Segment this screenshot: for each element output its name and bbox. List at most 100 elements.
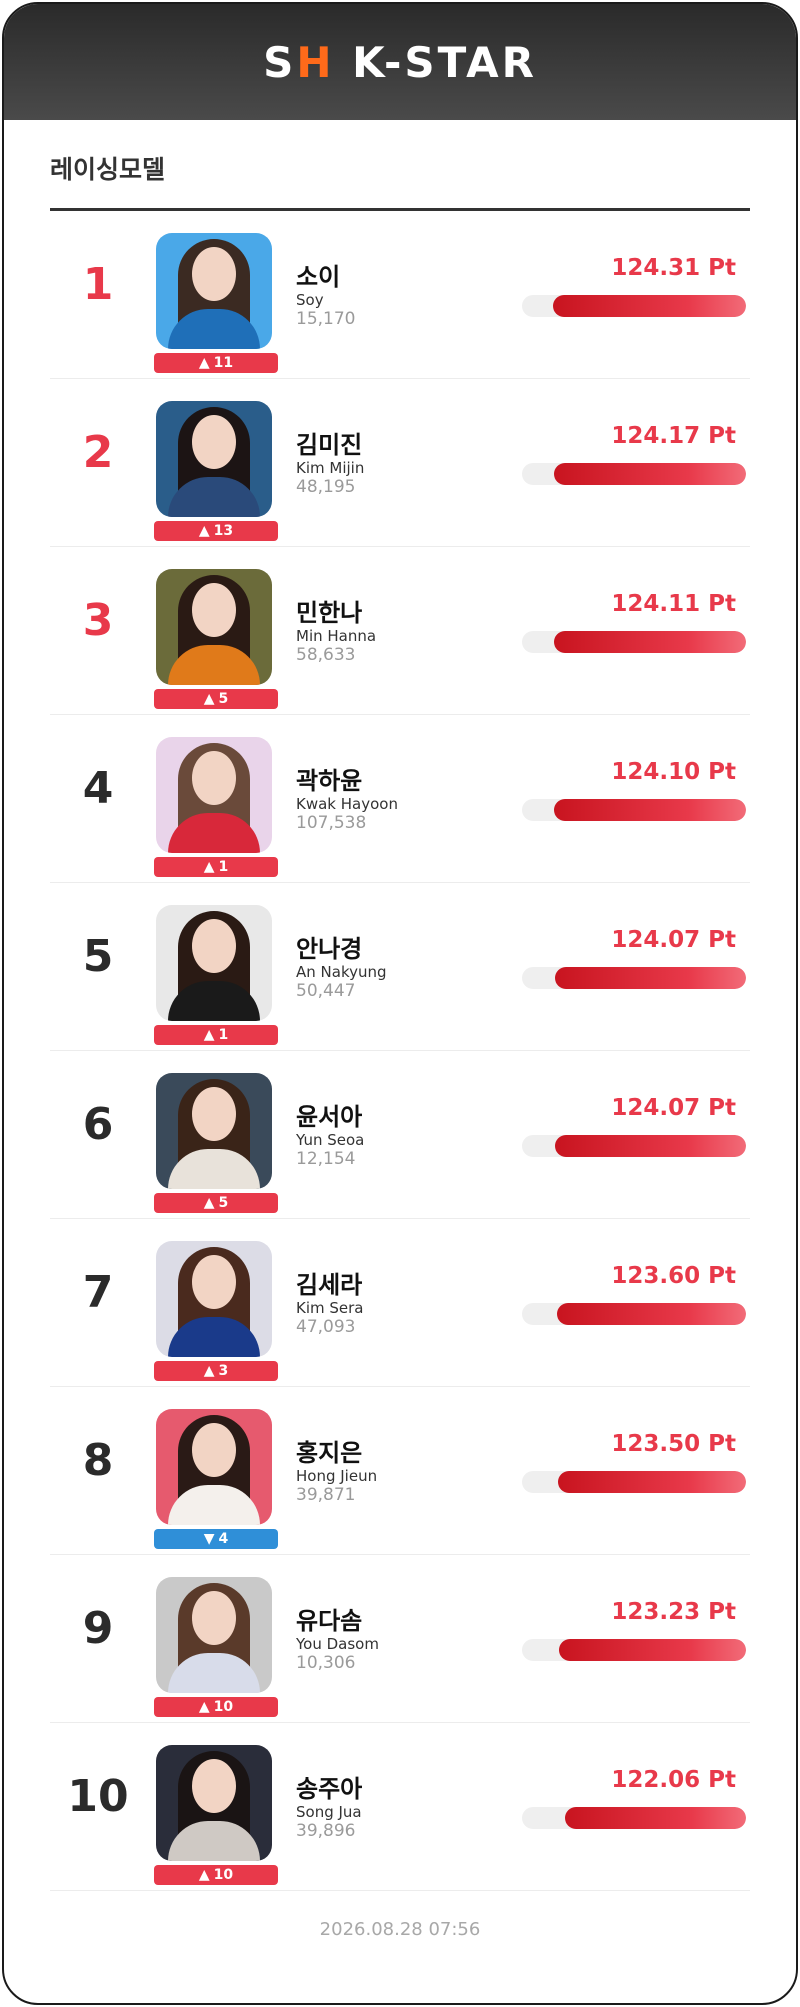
score-bar xyxy=(522,1471,746,1493)
vote-count: 50,447 xyxy=(296,981,356,1001)
vote-count: 39,896 xyxy=(296,1821,356,1841)
photo-face-shape xyxy=(192,1255,236,1309)
rank-number: 1 xyxy=(82,259,114,310)
logo[interactable]: SH K-STAR xyxy=(263,38,537,87)
profile-photo[interactable] xyxy=(156,905,272,1021)
score-bar xyxy=(522,295,746,317)
rank-change-value: 10 xyxy=(213,1867,234,1883)
arrow-up-icon: ▲ xyxy=(203,859,215,875)
profile-photo[interactable] xyxy=(156,1745,272,1861)
arrow-up-icon: ▲ xyxy=(203,1027,215,1043)
name-block: 윤서아 Yun Seoa 12,154 xyxy=(296,1103,364,1170)
vote-count: 107,538 xyxy=(296,813,367,833)
rank-change-value: 5 xyxy=(218,1195,229,1211)
english-name: Min Hanna xyxy=(296,627,377,645)
score-bar-fill xyxy=(554,463,746,485)
english-name: Hong Jieun xyxy=(296,1467,378,1485)
name-block: 소이 Soy 15,170 xyxy=(296,263,355,330)
ranking-row[interactable]: 9 ▲ 10 유다솜 You Dasom 10,306 123.23 Pt xyxy=(50,1555,750,1723)
ranking-row[interactable]: 10 ▲ 10 송주아 Song Jua 39,896 122.06 Pt xyxy=(50,1723,750,1891)
score-points: 124.07 Pt xyxy=(611,1095,736,1121)
score-points: 122.06 Pt xyxy=(611,1767,736,1793)
korean-name: 안나경 xyxy=(296,935,363,963)
rank-number: 10 xyxy=(67,1771,129,1822)
english-name: Kim Sera xyxy=(296,1299,364,1317)
ranking-row[interactable]: 1 ▲ 11 소이 Soy 15,170 124.31 Pt xyxy=(50,211,750,379)
korean-name: 소이 xyxy=(296,263,341,291)
photo-face-shape xyxy=(192,583,236,637)
korean-name: 유다솜 xyxy=(296,1607,363,1635)
score-points: 123.60 Pt xyxy=(611,1263,736,1289)
score-bar xyxy=(522,631,746,653)
name-block: 유다솜 You Dasom 10,306 xyxy=(296,1607,379,1674)
profile-photo[interactable] xyxy=(156,737,272,853)
rank-change-badge: ▲ 11 xyxy=(154,353,278,373)
rank-change-value: 3 xyxy=(218,1363,229,1379)
vote-count: 48,195 xyxy=(296,477,356,497)
vote-count: 58,633 xyxy=(296,645,356,665)
ranking-row[interactable]: 5 ▲ 1 안나경 An Nakyung 50,447 124.07 Pt xyxy=(50,883,750,1051)
profile-photo[interactable] xyxy=(156,1409,272,1525)
rank-change-value: 1 xyxy=(218,1027,229,1043)
rank-change-value: 11 xyxy=(213,355,234,371)
korean-name: 곽하윤 xyxy=(296,767,363,795)
score-bar-fill xyxy=(554,967,746,989)
rank-change-value: 10 xyxy=(213,1699,234,1715)
photo-face-shape xyxy=(192,751,236,805)
ranking-row[interactable]: 2 ▲ 13 김미진 Kim Mijin 48,195 124.17 Pt xyxy=(50,379,750,547)
rank-number: 7 xyxy=(82,1267,114,1318)
rank-change-badge: ▼ 4 xyxy=(154,1529,278,1549)
arrow-up-icon: ▲ xyxy=(198,355,210,371)
score-points: 124.17 Pt xyxy=(611,423,736,449)
photo-face-shape xyxy=(192,1423,236,1477)
rank-change-badge: ▲ 10 xyxy=(154,1865,278,1885)
rank-change-badge: ▲ 10 xyxy=(154,1697,278,1717)
score-bar-fill xyxy=(557,1303,746,1325)
header: SH K-STAR xyxy=(4,4,796,120)
rank-change-value: 13 xyxy=(213,523,234,539)
vote-count: 12,154 xyxy=(296,1149,356,1169)
rank-change-value: 4 xyxy=(218,1531,229,1547)
updated-timestamp: 2026.08.28 07:56 xyxy=(319,1919,481,1940)
logo-prefix: S xyxy=(263,37,297,87)
profile-photo[interactable] xyxy=(156,401,272,517)
score-points: 124.11 Pt xyxy=(611,591,736,617)
photo-face-shape xyxy=(192,415,236,469)
rank-change-badge: ▲ 5 xyxy=(154,689,278,709)
profile-photo[interactable] xyxy=(156,1577,272,1693)
score-bar-fill xyxy=(557,1471,746,1493)
arrow-up-icon: ▲ xyxy=(198,1699,210,1715)
ranking-row[interactable]: 8 ▼ 4 홍지은 Hong Jieun 39,871 123.50 Pt xyxy=(50,1387,750,1555)
rank-change-badge: ▲ 1 xyxy=(154,857,278,877)
rank-change-badge: ▲ 13 xyxy=(154,521,278,541)
name-block: 곽하윤 Kwak Hayoon 107,538 xyxy=(296,767,398,834)
score-bar-fill xyxy=(554,1135,746,1157)
app-frame: SH K-STAR 레이싱모델 1 ▲ 11 소이 Soy 15,170 124… xyxy=(2,2,798,2005)
name-block: 송주아 Song Jua 39,896 xyxy=(296,1775,362,1842)
score-bar xyxy=(522,1639,746,1661)
score-points: 123.50 Pt xyxy=(611,1431,736,1457)
rank-change-value: 1 xyxy=(218,859,229,875)
score-points: 124.10 Pt xyxy=(611,759,736,785)
section-title: 레이싱모델 xyxy=(50,150,750,211)
score-bar xyxy=(522,799,746,821)
ranking-row[interactable]: 3 ▲ 5 민한나 Min Hanna 58,633 124.11 Pt xyxy=(50,547,750,715)
arrow-down-icon: ▼ xyxy=(203,1531,215,1547)
rank-number: 9 xyxy=(82,1603,114,1654)
ranking-list: 1 ▲ 11 소이 Soy 15,170 124.31 Pt 2 ▲ 13 김미… xyxy=(50,211,750,1891)
ranking-row[interactable]: 7 ▲ 3 김세라 Kim Sera 47,093 123.60 Pt xyxy=(50,1219,750,1387)
score-points: 123.23 Pt xyxy=(611,1599,736,1625)
arrow-up-icon: ▲ xyxy=(203,691,215,707)
korean-name: 윤서아 xyxy=(296,1103,363,1131)
photo-face-shape xyxy=(192,247,236,301)
profile-photo[interactable] xyxy=(156,1241,272,1357)
profile-photo[interactable] xyxy=(156,233,272,349)
ranking-row[interactable]: 4 ▲ 1 곽하윤 Kwak Hayoon 107,538 124.10 Pt xyxy=(50,715,750,883)
logo-accent: H xyxy=(296,37,335,87)
ranking-row[interactable]: 6 ▲ 5 윤서아 Yun Seoa 12,154 124.07 Pt xyxy=(50,1051,750,1219)
rank-number: 4 xyxy=(82,763,114,814)
profile-photo[interactable] xyxy=(156,569,272,685)
rank-change-badge: ▲ 5 xyxy=(154,1193,278,1213)
score-bar-fill xyxy=(554,799,746,821)
profile-photo[interactable] xyxy=(156,1073,272,1189)
